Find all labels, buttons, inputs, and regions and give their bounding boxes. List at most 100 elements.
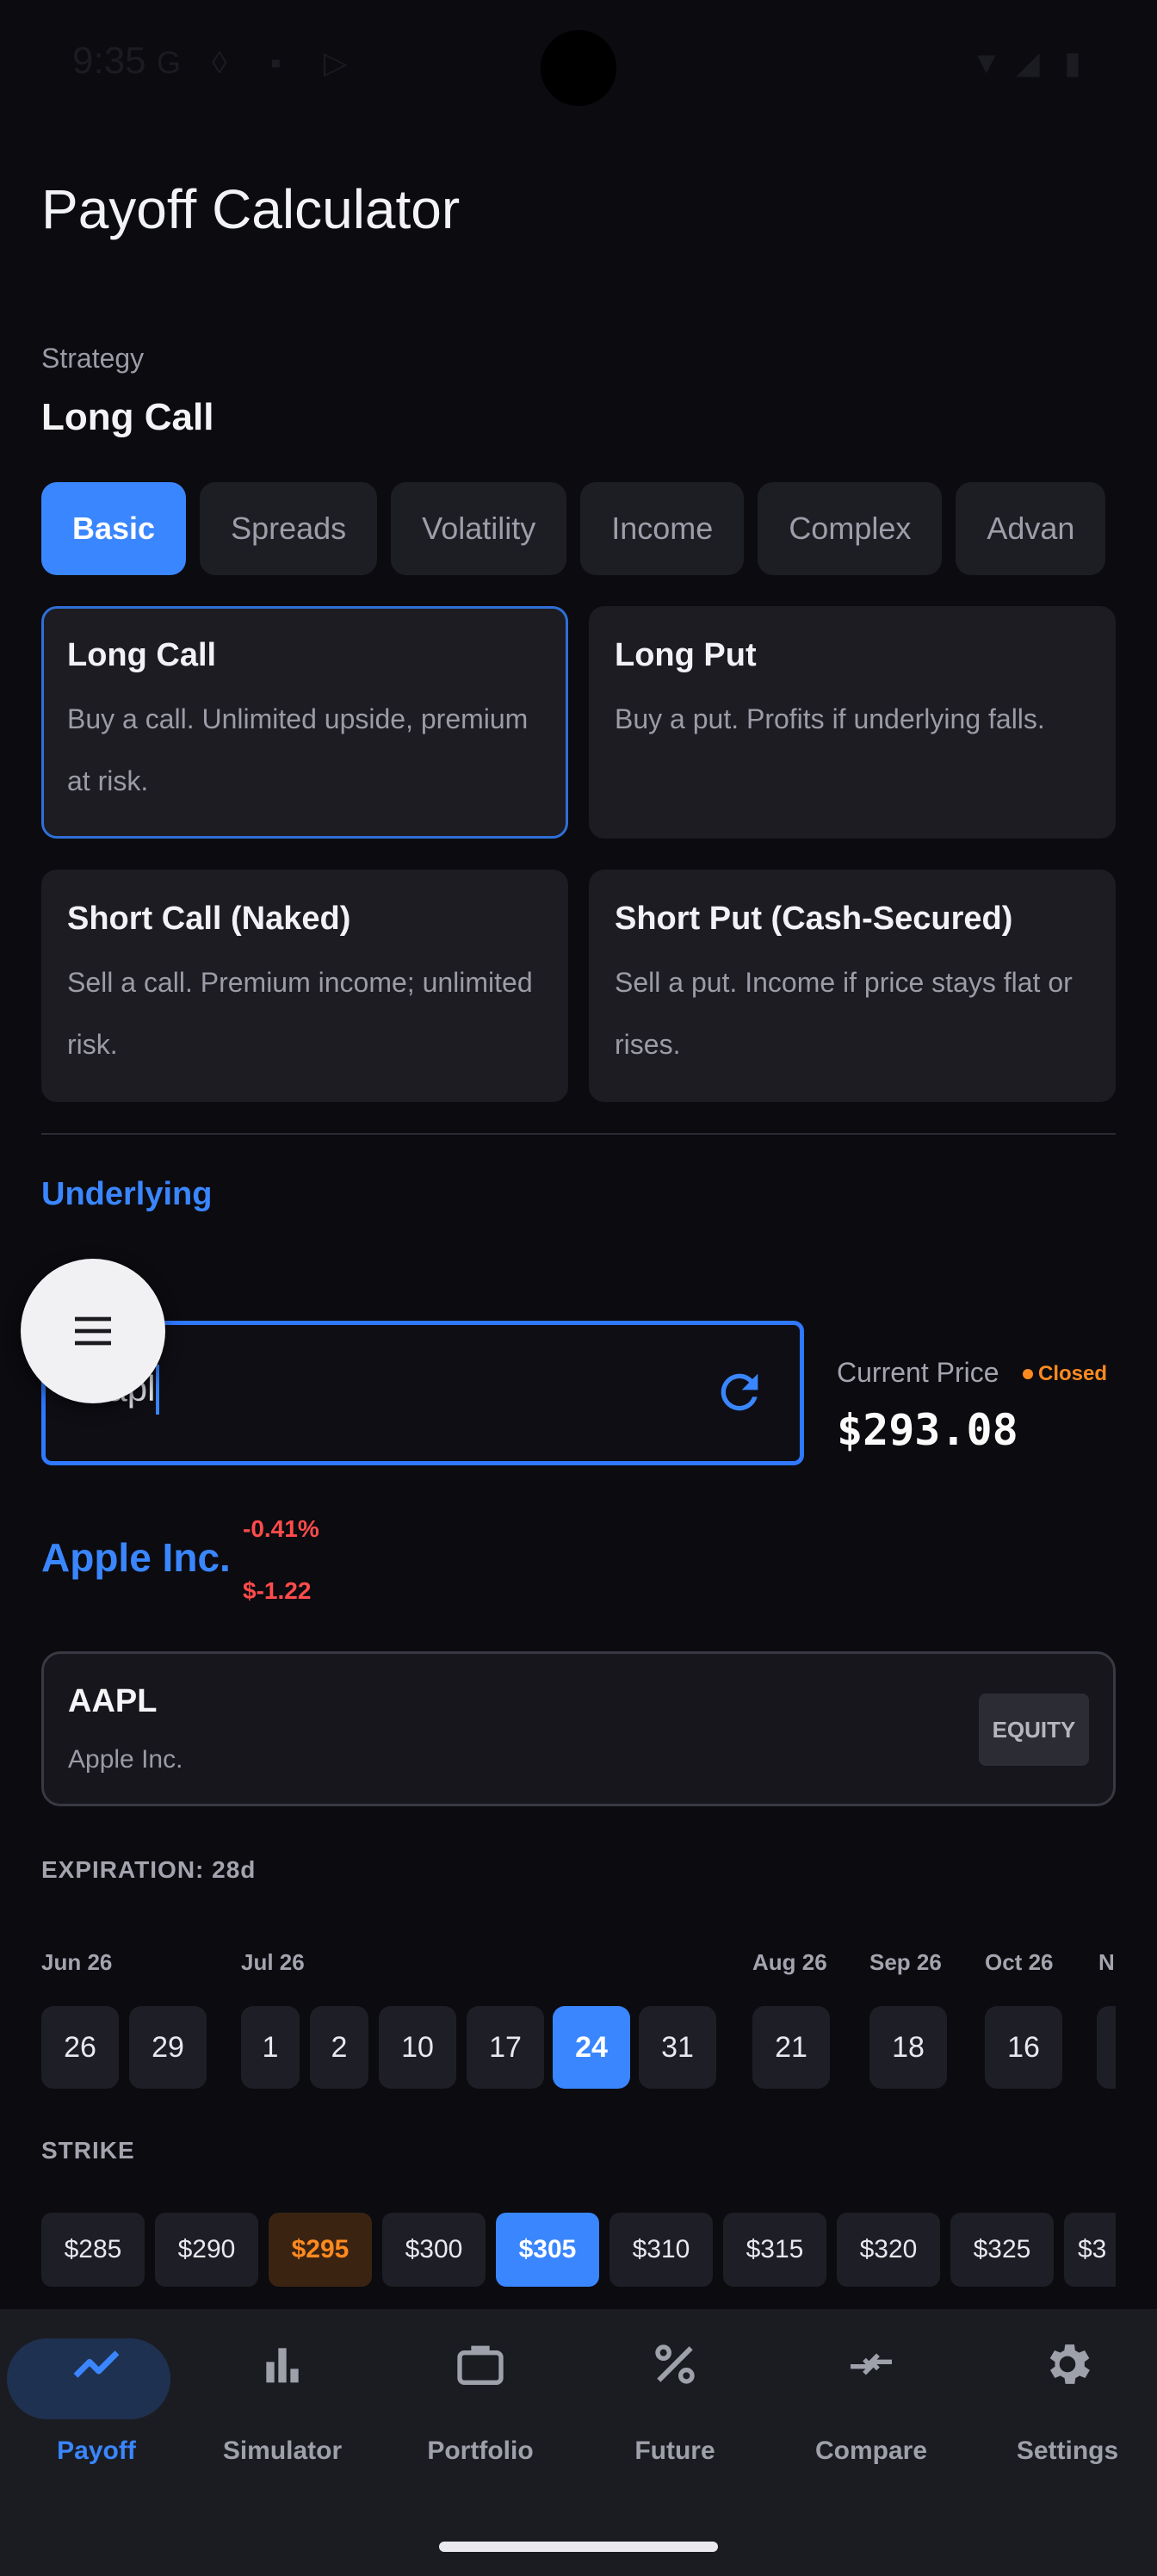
strike-label: STRIKE — [41, 2137, 135, 2164]
nav-future[interactable]: Future — [578, 2309, 771, 2481]
month-label: Sep 26 — [869, 1949, 942, 1975]
strike-option[interactable]: $300 — [382, 2213, 486, 2287]
section-divider — [41, 1133, 1116, 1135]
expiration-day[interactable]: 18 — [869, 2006, 947, 2089]
play-icon: ▷ — [324, 45, 348, 80]
nav-simulator[interactable]: Simulator — [186, 2309, 379, 2481]
strike-option-partial[interactable]: $3 — [1064, 2213, 1116, 2287]
expiration-day[interactable]: 16 — [985, 2006, 1062, 2089]
market-status-dot — [1023, 1369, 1033, 1379]
expiration-day[interactable]: 2 — [310, 2006, 368, 2089]
strategy-card-short-call[interactable]: Short Call (Naked) Sell a call. Premium … — [41, 870, 568, 1102]
expiration-day-partial[interactable] — [1097, 2006, 1116, 2089]
bottom-navigation: Payoff Simulator Portfolio Future Compar… — [0, 2309, 1157, 2576]
battery-icon: ▮ — [1064, 45, 1081, 80]
google-icon: G — [157, 45, 182, 80]
wifi-icon: ▼ — [971, 45, 1002, 80]
market-status: Closed — [1038, 1362, 1108, 1385]
symbol-company: Apple Inc. — [68, 1745, 183, 1774]
month-label: Oct 26 — [985, 1949, 1054, 1975]
nav-compare[interactable]: Compare — [775, 2309, 968, 2481]
percent-icon — [655, 2344, 695, 2384]
page-title: Payoff Calculator — [41, 178, 461, 240]
strategy-card-title: Long Put — [615, 637, 757, 673]
strategy-card-desc: Sell a put. Income if price stays flat o… — [615, 967, 1073, 1060]
expiration-day[interactable]: 31 — [639, 2006, 716, 2089]
strategy-card-long-call[interactable]: Long Call Buy a call. Unlimited upside, … — [41, 606, 568, 839]
strike-option[interactable]: $320 — [837, 2213, 940, 2287]
tab-spreads[interactable]: Spreads — [200, 482, 378, 575]
strike-selector: $285 $290 $295 $300 $305 $310 $315 $320 … — [41, 2213, 1116, 2290]
nav-portfolio[interactable]: Portfolio — [384, 2309, 577, 2481]
expiration-day[interactable]: 21 — [752, 2006, 830, 2089]
tab-volatility[interactable]: Volatility — [391, 482, 567, 575]
strategy-card-title: Short Call (Naked) — [67, 901, 351, 937]
refresh-icon[interactable] — [712, 1365, 767, 1420]
tab-basic[interactable]: Basic — [41, 482, 187, 575]
nav-settings[interactable]: Settings — [971, 2309, 1157, 2481]
nav-payoff[interactable]: Payoff — [0, 2309, 193, 2481]
tab-complex[interactable]: Complex — [758, 482, 943, 575]
strike-option[interactable]: $315 — [723, 2213, 826, 2287]
strategy-category-tabs: Basic Spreads Volatility Income Complex Advan — [41, 482, 1116, 577]
tab-advanced[interactable]: Advan — [956, 482, 1106, 575]
change-amount: $-1.22 — [243, 1577, 312, 1604]
strategy-card-desc: Buy a call. Unlimited upside, premium at… — [67, 703, 529, 796]
current-price-label: Current Price — [837, 1357, 999, 1388]
expiration-day[interactable]: 26 — [41, 2006, 119, 2089]
nav-label: Simulator — [222, 2437, 343, 2465]
underlying-section-title: Underlying — [41, 1176, 213, 1212]
trending-up-icon — [73, 2350, 120, 2378]
expiration-day[interactable]: 1 — [241, 2006, 300, 2089]
strike-option[interactable]: $310 — [609, 2213, 713, 2287]
strategy-card-desc: Sell a call. Premium income; unlimited r… — [67, 967, 533, 1060]
change-percent: -0.41% — [243, 1515, 319, 1542]
expiration-day[interactable]: 10 — [379, 2006, 456, 2089]
month-label: Jul 26 — [241, 1949, 305, 1975]
strike-option-selected[interactable]: $305 — [496, 2213, 599, 2287]
menu-icon — [75, 1316, 111, 1346]
strategy-card-long-put[interactable]: Long Put Buy a put. Profits if underlyin… — [589, 606, 1116, 839]
strike-option[interactable]: $325 — [950, 2213, 1054, 2287]
month-label: N — [1098, 1949, 1115, 1975]
signal-icon: ◢ — [1016, 45, 1040, 80]
strategy-card-desc: Buy a put. Profits if underlying falls. — [615, 703, 1045, 734]
bar-chart-icon — [266, 2348, 299, 2383]
symbol-result-card[interactable]: AAPL Apple Inc. EQUITY — [41, 1651, 1116, 1806]
gear-icon — [1049, 2344, 1090, 2384]
menu-fab[interactable] — [21, 1259, 165, 1403]
expiration-selector: Jun 26 Jul 26 Aug 26 Sep 26 Oct 26 N 26 … — [41, 1937, 1116, 2101]
symbol-ticker: AAPL — [68, 1683, 158, 1719]
strategy-value: Long Call — [41, 396, 214, 438]
strategy-label: Strategy — [41, 343, 145, 374]
nav-label: Settings — [1016, 2437, 1119, 2465]
nav-label: Payoff — [57, 2437, 136, 2465]
month-label: Aug 26 — [752, 1949, 827, 1975]
expiration-day-selected[interactable]: 24 — [553, 2006, 630, 2089]
strategy-card-title: Short Put (Cash-Secured) — [615, 901, 1013, 937]
strategy-card-title: Long Call — [67, 637, 217, 673]
strike-option[interactable]: $285 — [41, 2213, 145, 2287]
strategy-card-short-put[interactable]: Short Put (Cash-Secured) Sell a put. Inc… — [589, 870, 1116, 1102]
company-name: Apple Inc. — [41, 1535, 231, 1580]
nav-label: Compare — [814, 2437, 928, 2465]
expiration-day[interactable]: 17 — [467, 2006, 544, 2089]
tab-income[interactable]: Income — [580, 482, 745, 575]
nav-label: Portfolio — [427, 2437, 534, 2465]
camera-cutout — [541, 30, 616, 106]
current-price: $293.08 — [837, 1405, 1018, 1455]
home-indicator[interactable] — [439, 2542, 718, 2552]
asset-type-badge: EQUITY — [979, 1694, 1089, 1766]
status-bar: 9:35 G ◊ ▪ ▷ ▼ ◢ ▮ — [0, 0, 1157, 129]
nav-label: Future — [634, 2437, 715, 2465]
strike-option[interactable]: $290 — [155, 2213, 258, 2287]
shield-icon: ◊ — [212, 45, 227, 80]
app-icon: ▪ — [270, 45, 282, 80]
compare-arrows-icon — [851, 2353, 892, 2375]
strike-option-atm[interactable]: $295 — [269, 2213, 372, 2287]
expiration-day[interactable]: 29 — [129, 2006, 207, 2089]
text-caret — [156, 1365, 159, 1415]
status-time: 9:35 — [72, 40, 146, 82]
month-label: Jun 26 — [41, 1949, 113, 1975]
briefcase-icon — [457, 2345, 504, 2385]
